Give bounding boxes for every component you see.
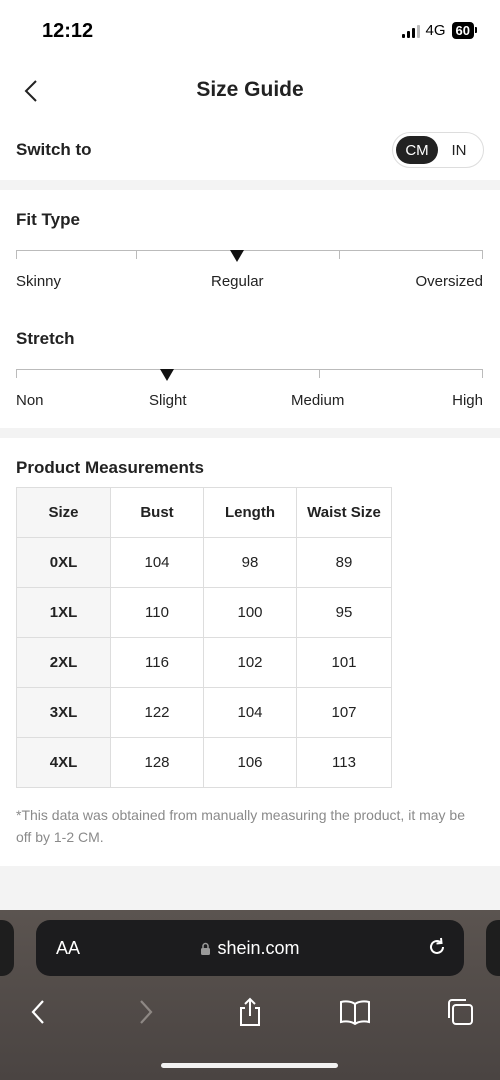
header-waist-size: Waist Size (296, 487, 392, 538)
bust-cell: 116 (110, 637, 204, 688)
size-cell: 0XL (16, 537, 111, 588)
unit-option-in[interactable]: IN (438, 136, 480, 164)
size-cell: 4XL (16, 737, 111, 788)
fit-label-skinny: Skinny (16, 273, 62, 290)
reload-icon (430, 937, 444, 954)
browser-bar: AA shein.com (0, 910, 500, 1080)
nav-header: Size Guide (0, 62, 500, 120)
table-header-row: Size Bust Length Waist Size (16, 487, 392, 538)
url-text: shein.com (217, 938, 300, 958)
unit-option-cm[interactable]: CM (396, 136, 438, 164)
battery-icon: 60 (451, 22, 478, 39)
share-icon (240, 997, 260, 1026)
waist-cell: 107 (296, 687, 392, 738)
bookmarks-button[interactable] (337, 994, 373, 1030)
fit-label-oversized: Oversized (415, 273, 483, 290)
length-cell: 98 (203, 537, 297, 588)
stretch-label-medium: Medium (291, 392, 345, 409)
header-bust: Bust (110, 487, 204, 538)
length-cell: 100 (203, 587, 297, 638)
signal-icon (401, 24, 420, 38)
table-row: 4XL 128 106 113 (16, 737, 392, 788)
bust-cell: 110 (110, 587, 204, 638)
scale-tick (319, 370, 320, 378)
book-icon (340, 1000, 370, 1025)
header-size: Size (16, 487, 111, 538)
tabs-button[interactable] (442, 994, 478, 1030)
scale-tick (136, 251, 137, 259)
previous-tab-preview[interactable] (0, 920, 14, 976)
stretch-label-high: High (452, 392, 483, 409)
size-table: Size Bust Length Waist Size 0XL 104 98 8… (16, 487, 392, 788)
stretch-marker-icon (160, 369, 174, 381)
scale-tick (16, 370, 17, 378)
stretch-scale (16, 369, 483, 381)
chevron-left-icon (31, 1000, 44, 1024)
bust-cell: 122 (110, 687, 204, 738)
table-row: 2XL 116 102 101 (16, 637, 392, 688)
browser-toolbar (0, 990, 500, 1034)
fit-type-title: Fit Type (16, 210, 80, 229)
status-time: 12:12 (42, 20, 94, 42)
table-row: 0XL 104 98 89 (16, 537, 392, 588)
browser-back-button[interactable] (20, 994, 56, 1030)
stretch-label-slight: Slight (149, 392, 187, 409)
network-type: 4G (425, 22, 446, 39)
unit-switch-row: Switch to CM IN (0, 120, 500, 180)
reload-button[interactable] (426, 936, 448, 963)
stretch-label-non: Non (16, 392, 44, 409)
scale-tick (339, 251, 340, 259)
next-tab-preview[interactable] (486, 920, 500, 976)
scale-tick (482, 251, 483, 259)
fit-type-scale (16, 250, 483, 262)
page-title: Size Guide (196, 78, 304, 101)
fit-label-regular: Regular (211, 273, 264, 290)
measurements-title: Product Measurements (16, 458, 204, 477)
measurements-note: *This data was obtained from manually me… (16, 807, 466, 845)
status-indicators: 4G 60 (401, 22, 478, 39)
waist-cell: 101 (296, 637, 392, 688)
header-length: Length (203, 487, 297, 538)
fit-type-marker-icon (230, 250, 244, 262)
chevron-right-icon (140, 1000, 153, 1024)
table-row: 3XL 122 104 107 (16, 687, 392, 738)
measurements-section: Product Measurements Size Bust Length Wa… (0, 438, 500, 866)
waist-cell: 113 (296, 737, 392, 788)
size-cell: 3XL (16, 687, 111, 738)
fit-section: Fit Type Skinny Regular Oversized Stretc… (0, 190, 500, 428)
unit-toggle: CM IN (392, 132, 484, 168)
url-display[interactable]: shein.com (36, 938, 464, 959)
status-bar: 12:12 4G 60 (0, 0, 500, 62)
share-button[interactable] (232, 994, 268, 1030)
bust-cell: 128 (110, 737, 204, 788)
size-cell: 1XL (16, 587, 111, 638)
length-cell: 104 (203, 687, 297, 738)
table-row: 1XL 110 100 95 (16, 587, 392, 638)
tabs-icon (448, 999, 473, 1025)
scale-tick (482, 370, 483, 378)
waist-cell: 95 (296, 587, 392, 638)
lock-icon (201, 942, 211, 955)
length-cell: 106 (203, 737, 297, 788)
browser-forward-button[interactable] (128, 994, 164, 1030)
scale-tick (16, 251, 17, 259)
stretch-title: Stretch (16, 329, 75, 348)
bust-cell: 104 (110, 537, 204, 588)
size-cell: 2XL (16, 637, 111, 688)
waist-cell: 89 (296, 537, 392, 588)
address-bar[interactable]: AA shein.com (36, 920, 464, 976)
length-cell: 102 (203, 637, 297, 688)
home-indicator (161, 1063, 338, 1068)
switch-label: Switch to (16, 140, 92, 159)
